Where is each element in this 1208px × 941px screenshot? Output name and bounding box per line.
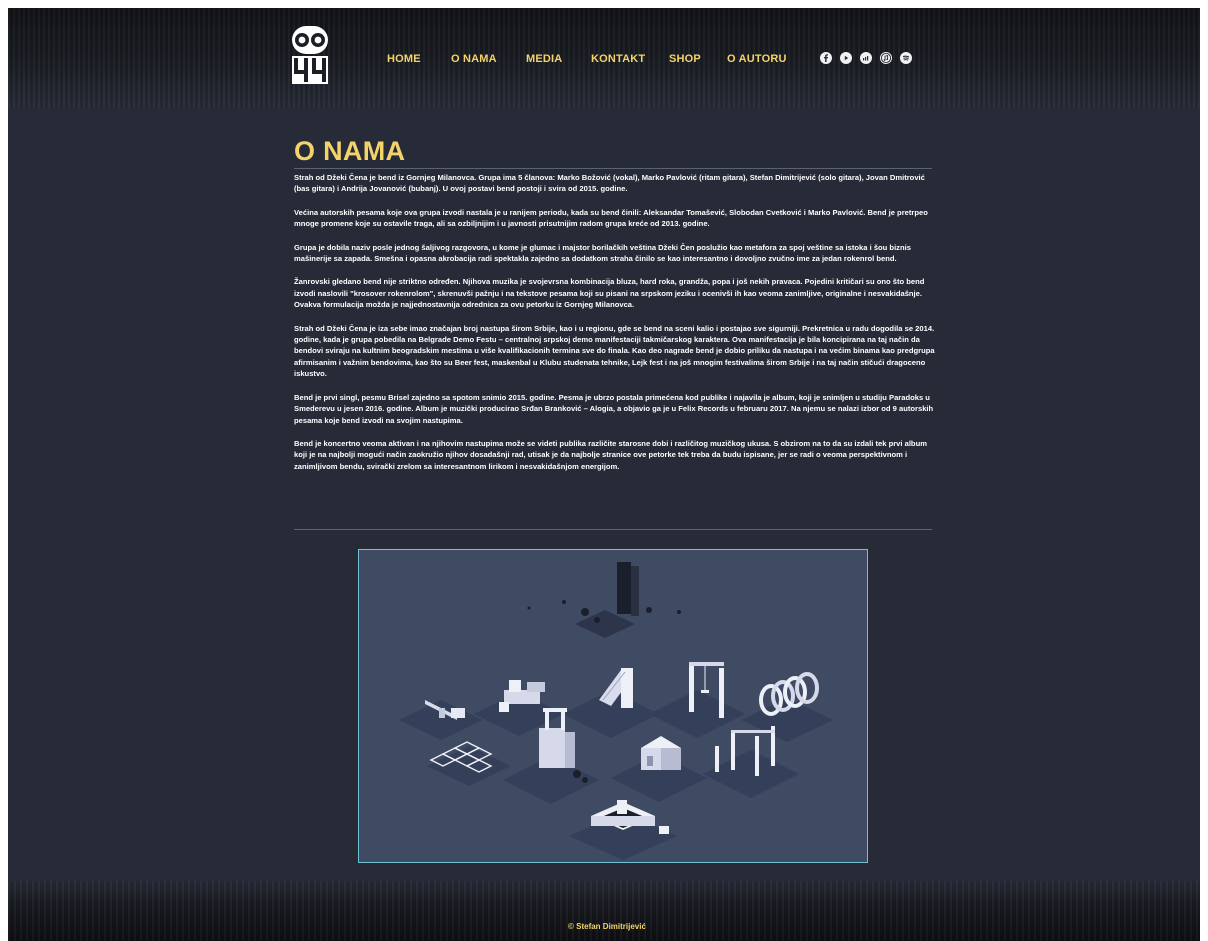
about-paragraph: Bend je prvi singl, pesmu Brisel zajedno… xyxy=(294,392,934,425)
playground-illustration xyxy=(358,549,868,863)
about-paragraph: Grupa je dobila naziv posle jednog šalji… xyxy=(294,242,911,264)
about-paragraph: Žanrovski gledano bend nije striktno odr… xyxy=(294,277,925,310)
facebook-icon[interactable] xyxy=(820,52,832,64)
about-paragraph: Strah od Džeki Čena je iza sebe imao zna… xyxy=(294,323,935,379)
page-frame: HOME O NAMA MEDIA KONTAKT SHOP O AUTORU … xyxy=(8,8,1200,941)
nav-kontakt[interactable]: KONTAKT xyxy=(591,53,645,65)
youtube-icon[interactable] xyxy=(840,52,852,64)
band-logo[interactable] xyxy=(290,24,330,86)
nav-media[interactable]: MEDIA xyxy=(526,53,562,65)
title-divider xyxy=(294,168,932,169)
about-content: Strah od Džeki Čena je bend iz Gornjeg M… xyxy=(294,172,936,484)
page-title: O NAMA xyxy=(294,136,406,166)
deezer-icon[interactable] xyxy=(860,52,872,64)
footer-band xyxy=(8,881,1200,941)
footer-copyright: © Stefan Dimitrijević xyxy=(568,922,646,931)
spotify-icon[interactable] xyxy=(900,52,912,64)
about-paragraph: Bend je koncertno veoma aktivan i na nji… xyxy=(294,438,927,471)
nav-home[interactable]: HOME xyxy=(387,53,421,65)
about-paragraph: Strah od Džeki Čena je bend iz Gornjeg M… xyxy=(294,173,925,194)
nav-o-autoru[interactable]: O AUTORU xyxy=(727,53,787,65)
isometric-scene-image xyxy=(399,562,833,860)
apple-music-icon[interactable] xyxy=(880,52,892,64)
about-paragraph: Većina autorskih pesama koje ova grupa i… xyxy=(294,207,928,229)
content-divider xyxy=(294,529,932,530)
nav-shop[interactable]: SHOP xyxy=(669,53,701,65)
nav-o-nama[interactable]: O NAMA xyxy=(451,53,497,65)
